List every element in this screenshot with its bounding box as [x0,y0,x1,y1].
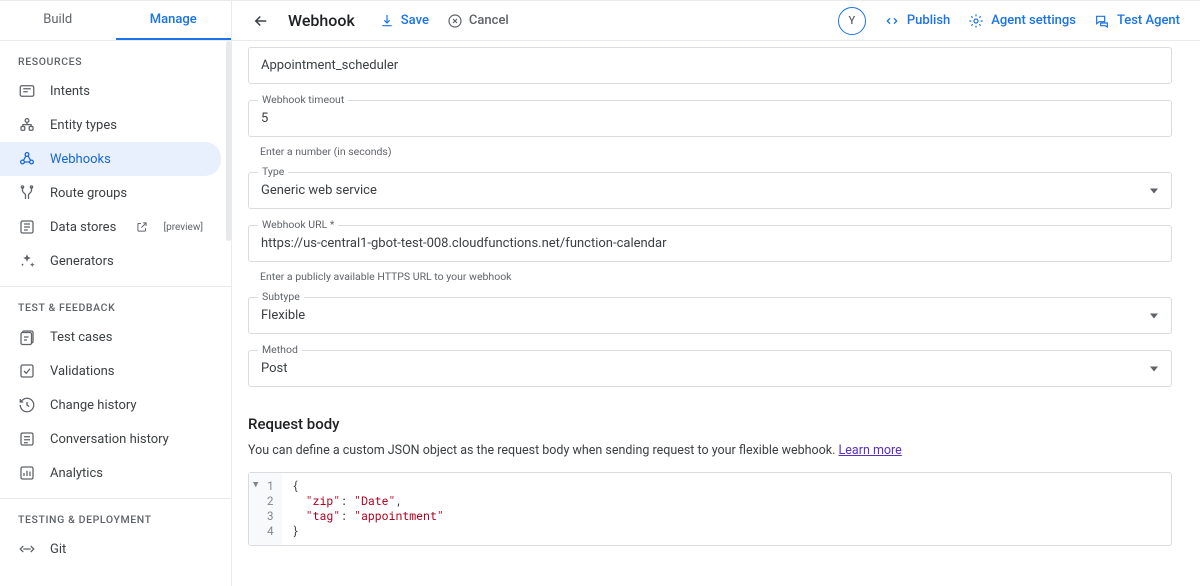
url-hint: Enter a publicly available HTTPS URL to … [260,270,1172,283]
conversation-icon [18,430,36,448]
sidebar-item-label: Conversation history [50,432,203,447]
sidebar-item-git[interactable]: Git [0,532,221,566]
field-label: Webhook timeout [258,93,348,106]
request-body-desc-text: You can define a custom JSON object as t… [248,443,839,458]
sidebar-item-analytics[interactable]: Analytics [0,456,221,490]
sidebar-item-label: Route groups [50,186,203,201]
save-button[interactable]: Save [379,13,429,29]
sidebar-item-test-cases[interactable]: Test cases [0,320,221,354]
field-label: Webhook URL * [258,218,338,231]
content: Webhook timeout Enter a number (in secon… [232,41,1200,586]
field-type: Type [248,172,1172,209]
fold-icon[interactable]: ▼ [253,479,258,490]
code-icon [884,13,900,29]
analytics-icon [18,464,36,482]
request-body-editor[interactable]: ▼ 1 2 3 4 { "zip": "Date", "tag": "appoi… [248,472,1172,546]
gear-icon [968,13,984,29]
sidebar-item-data-stores[interactable]: Data stores [preview] [0,210,221,244]
sidebar-item-validations[interactable]: Validations [0,354,221,388]
sidebar-item-route-groups[interactable]: Route groups [0,176,221,210]
learn-more-link[interactable]: Learn more [839,443,902,458]
code-content[interactable]: { "zip": "Date", "tag": "appointment"} [282,473,454,545]
sidebar-item-label: Data stores [50,220,121,235]
sidebar-item-entity-types[interactable]: Entity types [0,108,221,142]
tab-manage[interactable]: Manage [116,1,232,40]
main: Webhook Save Cancel Y Publish Agent sett… [232,1,1200,586]
sidebar-tabs: Build Manage [0,1,231,41]
avatar[interactable]: Y [838,7,866,35]
sidebar-item-change-history[interactable]: Change history [0,388,221,422]
sidebar-item-label: Intents [50,84,203,99]
sidebar-item-label: Validations [50,364,203,379]
test-agent-button[interactable]: Test Agent [1094,13,1180,29]
field-url: Webhook URL * [248,225,1172,262]
sidebar-item-webhooks[interactable]: Webhooks [0,142,221,176]
cancel-icon [447,13,463,29]
request-body-title: Request body [248,415,1172,433]
sidebar-item-label: Test cases [50,330,203,345]
cancel-button[interactable]: Cancel [447,13,509,29]
agent-settings-label: Agent settings [991,13,1076,28]
field-subtype: Subtype [248,297,1172,334]
intent-icon [18,82,36,100]
cancel-label: Cancel [469,13,509,28]
validations-icon [18,362,36,380]
webhook-name-input[interactable] [248,47,1172,84]
sidebar-item-conversation-history[interactable]: Conversation history [0,422,221,456]
webhook-icon [18,150,36,168]
entity-icon [18,116,36,134]
external-link-icon [135,220,149,234]
sidebar-item-intents[interactable]: Intents [0,74,221,108]
webhook-url-input[interactable] [248,225,1172,262]
history-icon [18,396,36,414]
datastore-icon [18,218,36,236]
timeout-hint: Enter a number (in seconds) [260,145,1172,158]
tab-build[interactable]: Build [0,1,116,40]
route-icon [18,184,36,202]
publish-label: Publish [907,13,950,28]
request-body-desc: You can define a custom JSON object as t… [248,443,1172,458]
code-gutter: ▼ 1 2 3 4 [249,473,282,545]
webhook-method-select[interactable] [248,350,1172,387]
webhook-subtype-select[interactable] [248,297,1172,334]
sidebar-item-label: Entity types [50,118,203,133]
save-label: Save [401,13,429,28]
publish-button[interactable]: Publish [884,13,950,29]
webhook-type-select[interactable] [248,172,1172,209]
webhook-timeout-input[interactable] [248,100,1172,137]
scrollbar[interactable] [226,41,231,241]
section-testing-deployment-label: TESTING & DEPLOYMENT [0,499,231,532]
section-resources-label: RESOURCES [0,41,231,74]
sidebar-item-label: Change history [50,398,203,413]
field-label: Subtype [258,290,304,303]
sidebar-item-label: Git [50,542,203,557]
field-name [248,47,1172,84]
preview-badge: [preview] [163,222,203,233]
back-button[interactable] [252,12,270,30]
page-title: Webhook [288,11,355,30]
test-agent-label: Test Agent [1117,13,1180,28]
save-icon [379,13,395,29]
field-timeout: Webhook timeout [248,100,1172,137]
sidebar-item-generators[interactable]: Generators [0,244,221,278]
generator-icon [18,252,36,270]
header-left: Webhook Save Cancel [252,11,509,30]
field-label: Method [258,343,302,356]
sidebar-item-label: Webhooks [50,152,203,167]
git-icon [18,540,36,558]
field-label: Type [258,165,288,178]
section-test-feedback-label: TEST & FEEDBACK [0,287,231,320]
sidebar-item-label: Analytics [50,466,203,481]
agent-settings-button[interactable]: Agent settings [968,13,1076,29]
field-method: Method [248,350,1172,387]
sidebar: Build Manage RESOURCES Intents Entity ty… [0,1,232,586]
sidebar-item-label: Generators [50,254,203,269]
testcases-icon [18,328,36,346]
header: Webhook Save Cancel Y Publish Agent sett… [232,1,1200,41]
chat-icon [1094,13,1110,29]
